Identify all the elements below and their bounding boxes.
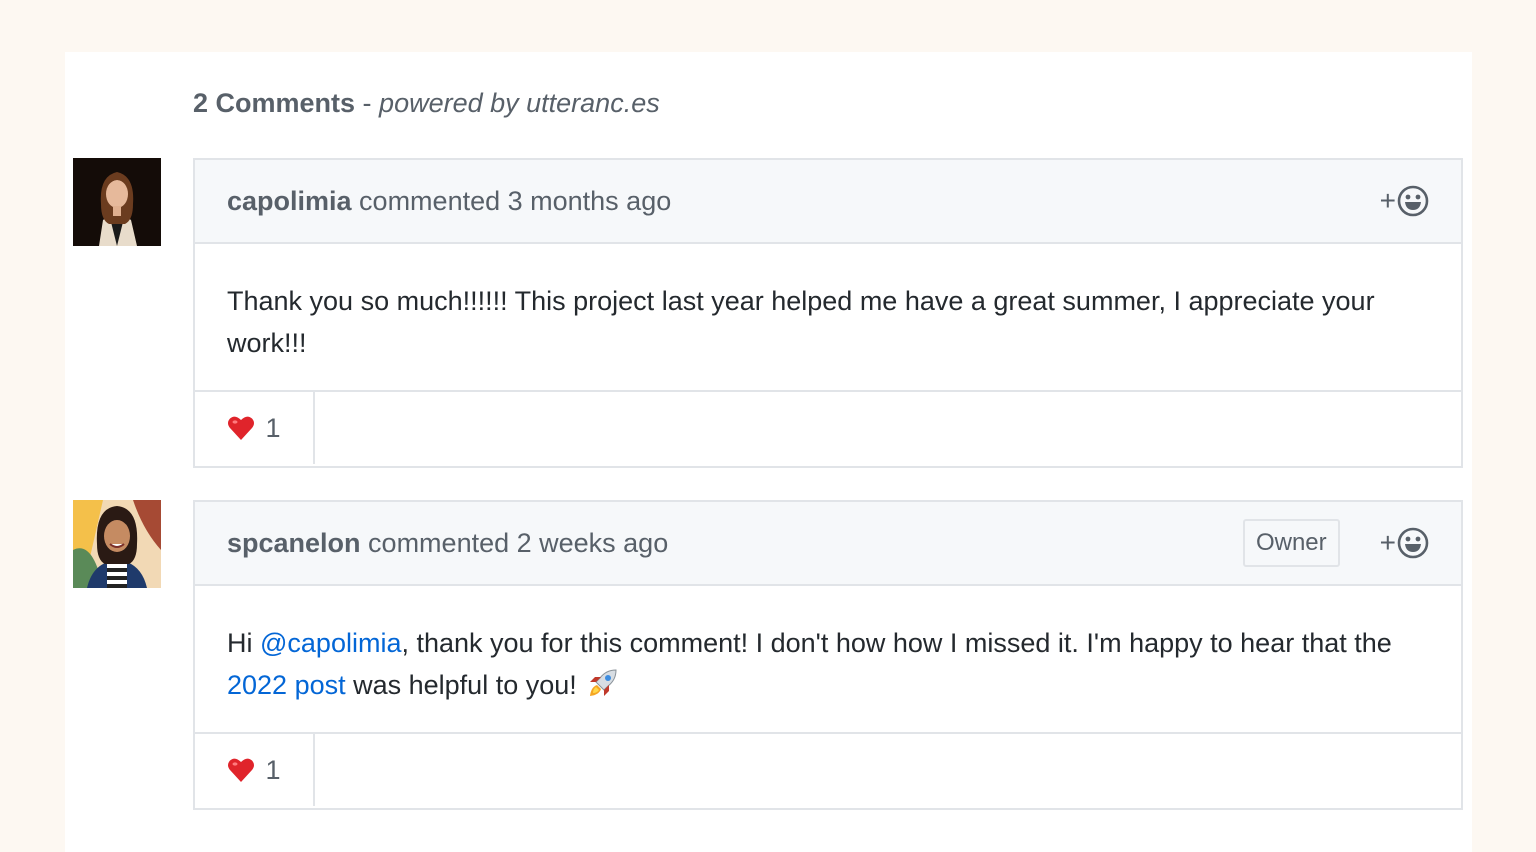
comment-author-link[interactable]: spcanelon bbox=[227, 528, 361, 559]
smiley-icon bbox=[1397, 185, 1429, 217]
comment-text: , thank you for this comment! I don't ho… bbox=[401, 628, 1392, 658]
avatar-spcanelon[interactable] bbox=[73, 500, 161, 588]
comment-reactions-2: 1 bbox=[195, 734, 1461, 806]
comment-body-1: Thank you so much!!!!!! This project las… bbox=[195, 244, 1461, 392]
rocket-icon bbox=[590, 669, 617, 696]
plus-icon: + bbox=[1379, 185, 1396, 216]
comments-count-header: 2 Comments - powered by utteranc.es bbox=[193, 88, 660, 119]
comment-text: Hi bbox=[227, 628, 260, 658]
comment-card-1: capolimia commented 3 months ago + Thank… bbox=[193, 158, 1463, 468]
header-separator: - bbox=[355, 88, 380, 118]
utterances-link[interactable]: utteranc.es bbox=[526, 88, 660, 118]
post-link[interactable]: 2022 post bbox=[227, 670, 346, 700]
heart-reaction-button[interactable]: 1 bbox=[195, 392, 315, 464]
smiley-icon bbox=[1397, 527, 1429, 559]
add-reaction-button[interactable]: + bbox=[1380, 185, 1429, 217]
heart-icon bbox=[228, 416, 255, 440]
owner-badge: Owner bbox=[1242, 519, 1340, 567]
comment-card-2: spcanelon commented 2 weeks ago Owner + … bbox=[193, 500, 1463, 810]
heart-icon bbox=[228, 758, 255, 782]
comment-header-2: spcanelon commented 2 weeks ago Owner + bbox=[195, 502, 1461, 586]
comment-timestamp: commented 2 weeks ago bbox=[360, 527, 669, 558]
mention-link[interactable]: @capolimia bbox=[260, 628, 401, 658]
avatar-spcanelon-image bbox=[73, 500, 161, 588]
plus-icon: + bbox=[1379, 527, 1396, 558]
powered-by-text: powered by bbox=[379, 88, 527, 118]
comment-timestamp: commented 3 months ago bbox=[351, 185, 672, 216]
comment-header-1: capolimia commented 3 months ago + bbox=[195, 160, 1461, 244]
comment-body-2: Hi @capolimia, thank you for this commen… bbox=[195, 586, 1461, 734]
comment-author-link[interactable]: capolimia bbox=[227, 186, 352, 217]
heart-reaction-button[interactable]: 1 bbox=[195, 734, 315, 806]
comment-text: Thank you so much!!!!!! This project las… bbox=[227, 286, 1375, 358]
comment-reactions-1: 1 bbox=[195, 392, 1461, 464]
comments-count: 2 Comments bbox=[193, 88, 356, 118]
reaction-count: 1 bbox=[265, 412, 281, 443]
add-reaction-button[interactable]: + bbox=[1380, 527, 1429, 559]
powered-by: powered by utteranc.es bbox=[379, 88, 660, 118]
comment-text: was helpful to you! bbox=[345, 670, 585, 700]
avatar-capolimia-image bbox=[73, 158, 161, 246]
reaction-count: 1 bbox=[265, 754, 281, 785]
avatar-capolimia[interactable] bbox=[73, 158, 161, 246]
